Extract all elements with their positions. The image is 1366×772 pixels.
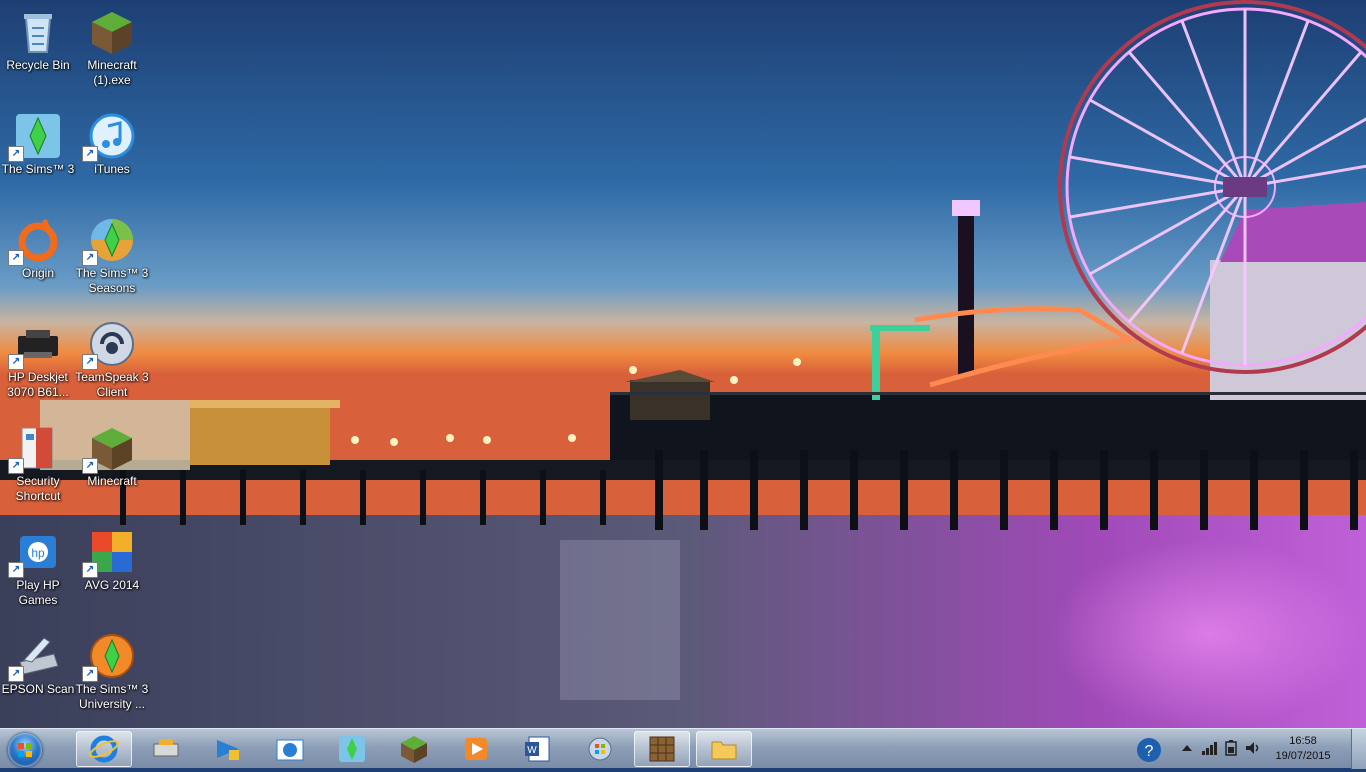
show-desktop-button[interactable] — [1351, 729, 1366, 769]
shortcut-arrow-icon: ↗ — [82, 562, 98, 578]
svg-text:?: ? — [1145, 743, 1154, 760]
desktop-icon-sims3-seasons[interactable]: ↗ The Sims™ 3 Seasons — [74, 210, 150, 296]
taskbar: W ? 16:58 19/07/2015 — [0, 728, 1366, 769]
taskbar-file-explorer[interactable] — [696, 731, 752, 767]
shortcut-arrow-icon: ↗ — [8, 562, 24, 578]
system-tray: ? 16:58 19/07/2015 — [1126, 729, 1366, 769]
desktop-icon-label: Play HP Games — [16, 578, 60, 607]
desktop-icon-minecraft-exe[interactable]: Minecraft (1).exe — [74, 2, 150, 88]
windows-update-icon — [585, 734, 615, 764]
desktop-icon-origin[interactable]: ↗ Origin — [0, 210, 76, 281]
taskbar-internet-explorer[interactable] — [76, 731, 132, 767]
svg-text:hp: hp — [31, 546, 45, 560]
clock-date: 19/07/2015 — [1275, 750, 1331, 762]
show-hidden-icons-chevron-icon[interactable] — [1178, 739, 1196, 757]
taskbar-windows-update[interactable] — [572, 731, 628, 767]
desktop-icon-label: Minecraft (1).exe — [87, 58, 137, 87]
desktop-icon-sims3-university[interactable]: ↗ The Sims™ 3 University ... — [74, 626, 150, 712]
sims3-icon — [337, 734, 367, 764]
taskbar-media-player[interactable] — [448, 731, 504, 767]
volume-icon[interactable] — [1244, 739, 1262, 757]
start-button[interactable] — [4, 731, 46, 767]
help-icon[interactable]: ? — [1134, 735, 1164, 765]
desktop-icon-epson-scan[interactable]: ↗ EPSON Scan — [0, 626, 76, 697]
clock-time: 16:58 — [1289, 735, 1317, 747]
taskbar-hp-printer-app[interactable] — [138, 731, 194, 767]
word-icon: W — [523, 734, 553, 764]
folder-icon — [709, 734, 739, 764]
desktop-icon-hp-deskjet[interactable]: ↗ HP Deskjet 3070 B61... — [0, 314, 76, 400]
shortcut-arrow-icon: ↗ — [8, 458, 24, 474]
shortcut-arrow-icon: ↗ — [82, 250, 98, 266]
taskbar-word[interactable]: W — [510, 731, 566, 767]
taskbar-teamspeak[interactable] — [200, 731, 256, 767]
desktop-icon-label: The Sims™ 3 University ... — [75, 682, 149, 711]
windows-logo-icon — [8, 733, 42, 767]
sims3-university-icon: ↗ — [82, 632, 136, 682]
desktop-icon-security-shortcut[interactable]: ↗ Security Shortcut — [0, 418, 76, 504]
minecraft-icon — [88, 8, 136, 56]
taskbar-minecraft[interactable] — [386, 731, 442, 767]
printer-app-icon — [151, 734, 181, 764]
hp-games-icon: hp ↗ — [8, 528, 62, 578]
recycle-bin-icon — [14, 8, 62, 56]
avg-icon: ↗ — [82, 528, 136, 578]
desktop-icon-label: The Sims™ 3 Seasons — [75, 266, 149, 295]
desktop-icon-sims3[interactable]: ↗ The Sims™ 3 — [0, 106, 76, 177]
battery-icon[interactable] — [1222, 739, 1240, 757]
shortcut-arrow-icon: ↗ — [82, 666, 98, 682]
hp-icon — [275, 734, 305, 764]
shortcut-arrow-icon: ↗ — [82, 458, 98, 474]
desktop-icon-avg[interactable]: ↗ AVG 2014 — [74, 522, 150, 593]
taskbar-hp[interactable] — [262, 731, 318, 767]
shortcut-arrow-icon: ↗ — [82, 146, 98, 162]
desktop-icon-label: EPSON Scan — [1, 682, 75, 696]
minecraft-icon: ↗ — [82, 424, 136, 474]
desktop-wallpaper — [0, 0, 1366, 728]
sims3-icon: ↗ — [8, 112, 62, 162]
printer-icon: ↗ — [8, 320, 62, 370]
internet-explorer-icon — [89, 734, 119, 764]
desktop-icon-recycle-bin[interactable]: Recycle Bin — [0, 2, 76, 73]
shortcut-arrow-icon: ↗ — [8, 146, 24, 162]
desktop-icon-play-hp-games[interactable]: hp ↗ Play HP Games — [0, 522, 76, 608]
shortcut-arrow-icon: ↗ — [82, 354, 98, 370]
media-player-icon — [461, 734, 491, 764]
desktop-icon-label: The Sims™ 3 — [1, 162, 75, 176]
taskbar-sims3[interactable] — [324, 731, 380, 767]
desktop-icon-label: Minecraft — [87, 474, 137, 488]
desktop-icon-label: Security Shortcut — [15, 474, 61, 503]
desktop-icon-itunes[interactable]: ↗ iTunes — [74, 106, 150, 177]
desktop-icon-label: AVG 2014 — [84, 578, 140, 592]
desktop-icon-label: HP Deskjet 3070 B61... — [7, 370, 69, 399]
crafting-table-icon — [647, 734, 677, 764]
scanner-icon: ↗ — [8, 632, 62, 682]
security-shortcut-icon: ↗ — [8, 424, 62, 474]
desktop-icon-label: iTunes — [94, 162, 130, 176]
pier-sunset-wallpaper — [0, 0, 1366, 728]
shortcut-arrow-icon: ↗ — [8, 250, 24, 266]
shortcut-arrow-icon: ↗ — [8, 666, 24, 682]
itunes-icon: ↗ — [82, 112, 136, 162]
network-signal-icon[interactable] — [1200, 739, 1218, 757]
shortcut-arrow-icon: ↗ — [8, 354, 24, 370]
taskbar-crafting-table[interactable] — [634, 731, 690, 767]
svg-text:W: W — [527, 745, 537, 756]
desktop-icon-label: Origin — [21, 266, 54, 280]
desktop-icon-minecraft[interactable]: ↗ Minecraft — [74, 418, 150, 489]
desktop-icon-label: TeamSpeak 3 Client — [75, 370, 149, 399]
desktop-icon-teamspeak[interactable]: ↗ TeamSpeak 3 Client — [74, 314, 150, 400]
sims3-seasons-icon: ↗ — [82, 216, 136, 266]
teamspeak-icon — [213, 734, 243, 764]
desktop-icon-label: Recycle Bin — [6, 58, 70, 72]
teamspeak-icon: ↗ — [82, 320, 136, 370]
minecraft-icon — [399, 734, 429, 764]
clock[interactable]: 16:58 19/07/2015 — [1268, 734, 1338, 764]
origin-icon: ↗ — [8, 216, 62, 266]
